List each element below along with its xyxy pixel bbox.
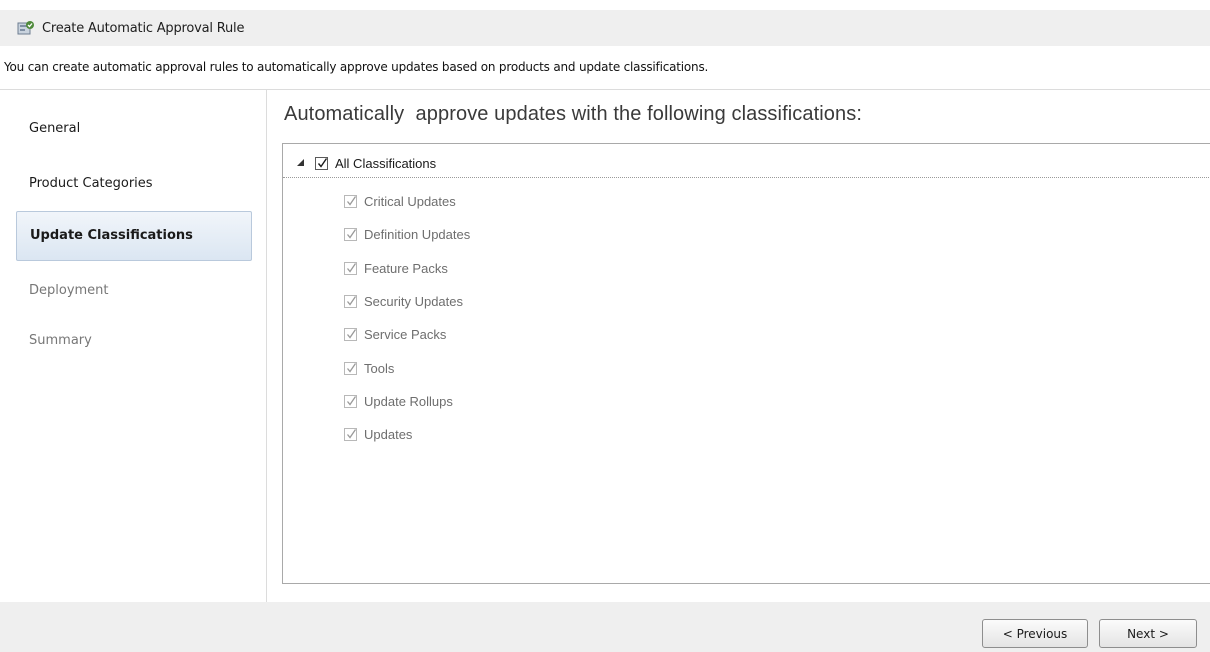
tree-item: Critical Updates (283, 189, 583, 215)
security-updates-label: Security Updates (364, 294, 463, 309)
tree-item: Service Packs (283, 322, 583, 348)
sidebar-item-summary: Summary (29, 333, 92, 348)
tree-item: Tools (283, 356, 583, 382)
sidebar-item-deployment: Deployment (29, 283, 109, 298)
tree-item: Update Rollups (283, 389, 583, 415)
update-rollups-checkbox (344, 395, 357, 408)
tree-root-row[interactable]: All Classifications (283, 152, 1210, 178)
feature-packs-checkbox (344, 262, 357, 275)
previous-button[interactable]: < Previous (982, 619, 1088, 648)
definition-updates-checkbox (344, 228, 357, 241)
next-button[interactable]: Next > (1099, 619, 1197, 648)
tree-item: Security Updates (283, 289, 583, 315)
wizard-footer: < Previous Next > (0, 602, 1210, 652)
tools-label: Tools (364, 361, 395, 376)
collapse-triangle-icon[interactable] (297, 159, 304, 166)
tree-item: Feature Packs (283, 256, 583, 282)
all-classifications-label: All Classifications (335, 156, 437, 171)
updates-checkbox (344, 428, 357, 441)
service-packs-label: Service Packs (364, 327, 447, 342)
tree-item: Definition Updates (283, 222, 583, 248)
tree-item: Updates (283, 422, 583, 448)
classification-tree: All Classifications Critical Updates Def… (282, 143, 1210, 584)
window-title: Create Automatic Approval Rule (42, 20, 245, 36)
feature-packs-label: Feature Packs (364, 261, 448, 276)
sidebar-item-update-classifications[interactable]: Update Classifications (16, 211, 252, 261)
updates-label: Updates (364, 427, 413, 442)
definition-updates-label: Definition Updates (364, 227, 471, 242)
critical-updates-label: Critical Updates (364, 194, 456, 209)
all-classifications-checkbox[interactable] (315, 157, 328, 170)
service-packs-checkbox (344, 328, 357, 341)
title-bar: Create Automatic Approval Rule (0, 10, 1210, 46)
security-updates-checkbox (344, 295, 357, 308)
page-description: You can create automatic approval rules … (4, 60, 709, 74)
critical-updates-checkbox (344, 195, 357, 208)
sidebar-item-product-categories[interactable]: Product Categories (16, 159, 252, 209)
page-heading: Automatically approve updates with the f… (284, 103, 863, 125)
update-rollups-label: Update Rollups (364, 394, 453, 409)
sidebar-item-general[interactable]: General (16, 104, 252, 154)
tools-checkbox (344, 362, 357, 375)
wizard-sidebar: General Product Categories Update Classi… (0, 90, 267, 602)
approval-rule-icon (17, 20, 35, 36)
